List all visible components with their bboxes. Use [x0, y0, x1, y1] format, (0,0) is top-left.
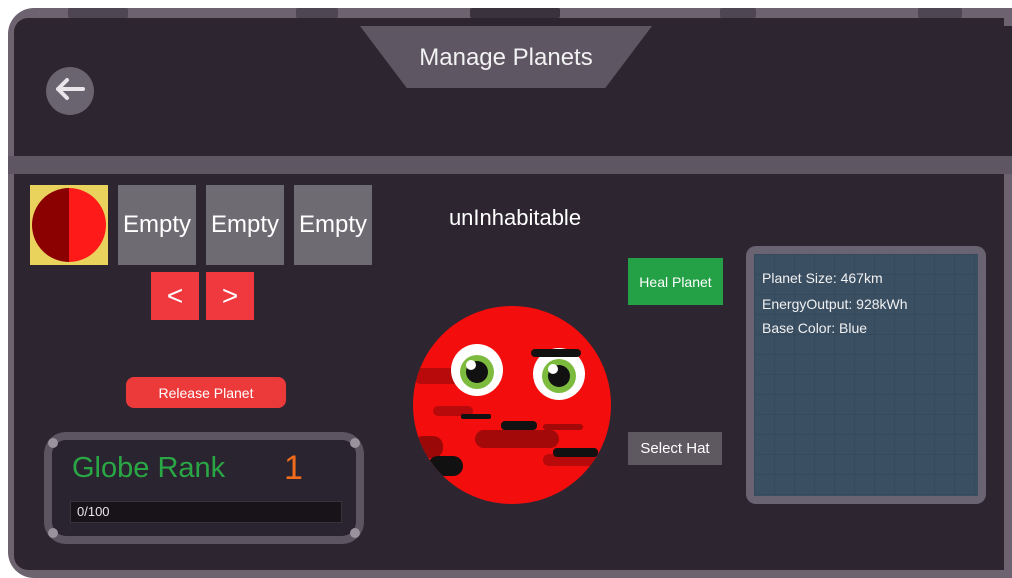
planet-thumbnail-left: [32, 188, 69, 262]
frame-slot-decoration: [470, 8, 560, 18]
back-button[interactable]: [46, 67, 94, 115]
rank-progress-bar: 0/100: [70, 501, 342, 523]
page-title: Manage Planets: [419, 44, 593, 71]
stat-energy-output: EnergyOutput: 928kWh: [762, 296, 908, 312]
planet-slot-1[interactable]: [30, 185, 108, 265]
prev-planet-button[interactable]: <: [151, 272, 199, 320]
rivet-icon: [350, 528, 360, 538]
planet-slot-2[interactable]: Empty: [118, 185, 196, 265]
planet-thumbnail-right: [69, 188, 106, 262]
planet-slot-3[interactable]: Empty: [206, 185, 284, 265]
rank-progress-text: 0/100: [77, 504, 110, 519]
header-divider: [8, 156, 1012, 174]
frame-slot-decoration: [296, 8, 338, 18]
rivet-icon: [48, 528, 58, 538]
planet-thumbnail: [32, 188, 106, 262]
next-planet-button[interactable]: >: [206, 272, 254, 320]
heal-planet-button[interactable]: Heal Planet: [628, 258, 723, 305]
planet-status: unInhabitable: [448, 205, 582, 230]
eyebrow: [531, 349, 581, 357]
release-planet-button[interactable]: Release Planet: [126, 377, 286, 408]
frame-slot-decoration: [918, 8, 962, 18]
globe-rank-label: Globe Rank: [72, 452, 226, 484]
globe-rank-value: 1: [284, 449, 303, 487]
frame-slot-decoration: [68, 8, 128, 18]
left-eye: [451, 344, 503, 396]
frame-slot-decoration: [720, 8, 756, 18]
stat-base-color: Base Color: Blue: [762, 320, 868, 336]
stat-planet-size: Planet Size: 467km: [762, 270, 883, 286]
planet-slot-4[interactable]: Empty: [294, 185, 372, 265]
rivet-icon: [350, 438, 360, 448]
back-arrow-icon: [54, 77, 86, 106]
planet-stats-panel: Planet Size: 467km EnergyOutput: 928kWh …: [754, 254, 978, 496]
planet-character[interactable]: [413, 306, 611, 504]
rivet-icon: [48, 438, 58, 448]
select-hat-button[interactable]: Select Hat: [628, 432, 722, 465]
